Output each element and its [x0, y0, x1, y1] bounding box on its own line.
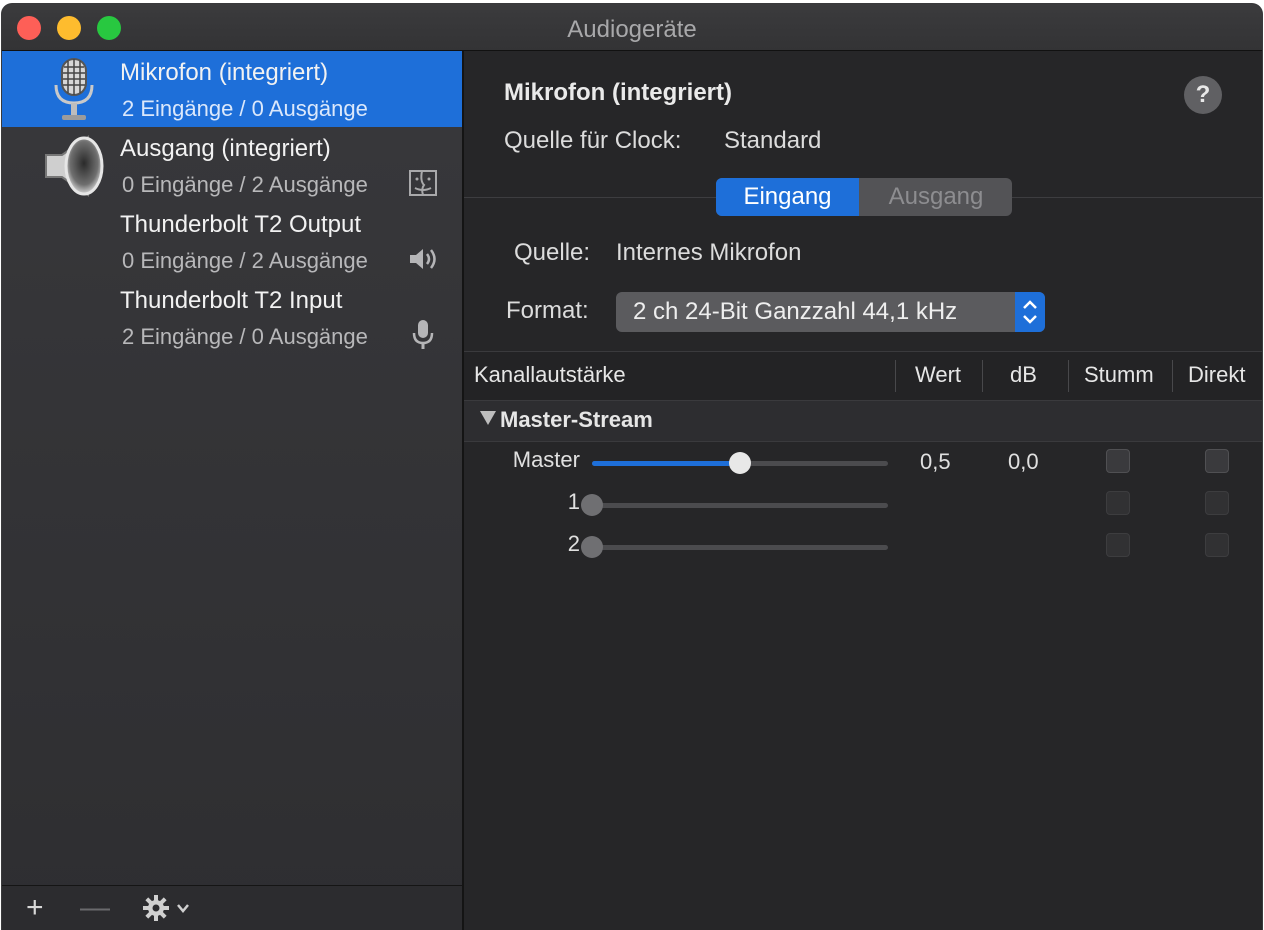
device-name: Ausgang (integriert)	[120, 135, 331, 162]
master-stream-group[interactable]: Master-Stream	[464, 401, 1262, 442]
volume-slider[interactable]	[592, 452, 888, 474]
channel-row: Master 0,5 0,0	[464, 443, 1262, 483]
clock-source-label: Quelle für Clock:	[504, 127, 682, 154]
tab-ausgang[interactable]: Ausgang	[860, 178, 1012, 216]
device-item-mikrofon-integriert[interactable]: Mikrofon (integriert) 2 Eingänge / 0 Aus…	[2, 51, 462, 127]
stream-label: Master-Stream	[500, 407, 653, 432]
channel-db: 0,0	[1008, 449, 1039, 474]
header-stumm: Stumm	[1084, 362, 1154, 387]
finder-icon	[409, 170, 437, 196]
device-list: Mikrofon (integriert) 2 Eingänge / 0 Aus…	[2, 51, 464, 930]
format-select[interactable]: 2 ch 24-Bit Ganzzahl 44,1 kHz	[616, 292, 1045, 332]
header-wert: Wert	[915, 362, 962, 387]
chevron-down-icon	[177, 904, 189, 913]
column-separator	[1068, 360, 1069, 392]
microphone-small-icon	[412, 320, 434, 349]
volume-slider[interactable]	[581, 536, 888, 558]
title-bar: Audiogeräte	[2, 4, 1262, 51]
tab-eingang[interactable]: Eingang	[716, 178, 859, 216]
device-io: 2 Eingänge / 0 Ausgänge	[122, 96, 368, 121]
direct-checkbox[interactable]	[1205, 533, 1229, 557]
column-separator	[982, 360, 983, 392]
device-io: 0 Eingänge / 2 Ausgänge	[122, 248, 368, 273]
format-label: Format:	[506, 297, 589, 324]
device-detail-panel: Mikrofon (integriert) Quelle für Clock: …	[464, 51, 1262, 930]
mute-checkbox[interactable]	[1106, 533, 1130, 557]
disclosure-triangle-icon[interactable]	[480, 411, 496, 425]
slider-knob[interactable]	[581, 536, 603, 558]
device-item-thunderbolt-t2-output[interactable]: Thunderbolt T2 Output 0 Eingänge / 2 Aus…	[2, 203, 462, 279]
device-item-thunderbolt-t2-input[interactable]: Thunderbolt T2 Input 2 Eingänge / 0 Ausg…	[2, 279, 462, 355]
help-button[interactable]: ?	[1184, 76, 1222, 114]
stepper-arrows-icon	[1015, 292, 1045, 332]
direct-checkbox[interactable]	[1205, 491, 1229, 515]
channel-name: 1	[567, 489, 580, 514]
column-separator	[1172, 360, 1173, 392]
header-db: dB	[1010, 362, 1037, 387]
header-kanallautstaerke: Kanallautstärke	[474, 362, 626, 387]
channel-name: 2	[567, 531, 580, 556]
clock-source-value: Standard	[724, 127, 822, 154]
window-title: Audiogeräte	[567, 16, 697, 43]
mute-checkbox[interactable]	[1106, 491, 1130, 515]
device-io: 0 Eingänge / 2 Ausgänge	[122, 172, 368, 197]
slider-knob[interactable]	[581, 494, 603, 516]
device-name: Thunderbolt T2 Output	[120, 211, 362, 238]
device-name: Thunderbolt T2 Input	[120, 287, 343, 314]
source-label: Quelle:	[514, 239, 591, 266]
selected-device-name: Mikrofon (integriert)	[504, 79, 732, 106]
device-io: 2 Eingänge / 0 Ausgänge	[122, 324, 368, 349]
slider-fill	[592, 461, 740, 466]
channel-row: 2	[464, 527, 1262, 567]
direct-checkbox[interactable]	[1205, 449, 1229, 473]
remove-device-button[interactable]: —	[80, 890, 110, 926]
volume-slider[interactable]	[581, 494, 888, 516]
audio-devices-window: Audiogeräte Mikrofon (integriert) 2 Eing…	[2, 4, 1262, 930]
channel-name: Master	[512, 447, 580, 472]
io-segmented-control: Eingang Ausgang	[716, 178, 1012, 216]
header-direkt: Direkt	[1188, 362, 1246, 387]
microphone-icon	[54, 58, 94, 120]
channel-value: 0,5	[920, 449, 951, 474]
source-value: Internes Mikrofon	[616, 239, 802, 266]
sidebar-footer: + —	[2, 885, 462, 930]
table-header: Kanallautstärke Wert dB Stumm Direkt	[464, 351, 1262, 401]
add-device-button[interactable]: +	[26, 890, 44, 926]
slider-knob[interactable]	[729, 452, 751, 474]
channel-row: 1	[464, 485, 1262, 525]
column-separator	[895, 360, 896, 392]
gear-menu-button[interactable]	[140, 894, 198, 922]
speaker-icon	[45, 135, 104, 197]
device-name: Mikrofon (integriert)	[120, 59, 329, 86]
device-item-ausgang-integriert[interactable]: Ausgang (integriert) 0 Eingänge / 2 Ausg…	[2, 127, 462, 203]
format-value: 2 ch 24-Bit Ganzzahl 44,1 kHz	[633, 298, 958, 325]
speaker-volume-icon	[410, 249, 436, 269]
mute-checkbox[interactable]	[1106, 449, 1130, 473]
